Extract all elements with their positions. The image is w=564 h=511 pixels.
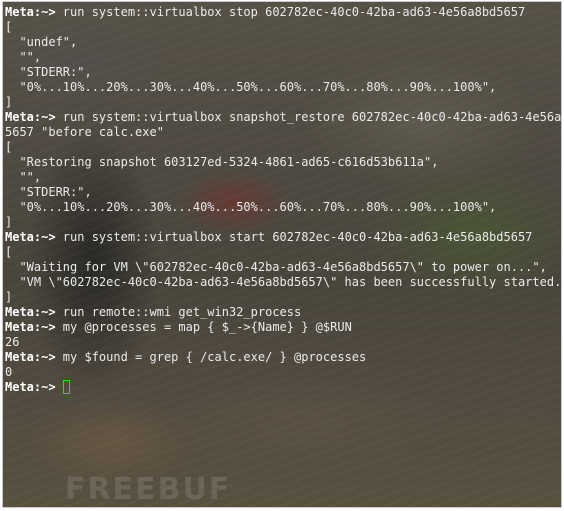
output-line: [ xyxy=(5,245,12,260)
output-line: ] xyxy=(5,95,12,110)
output-text: 5657 "before calc.exe" xyxy=(5,125,164,139)
output-line: "STDERR:", xyxy=(5,65,92,80)
output-text: "0%...10%...20%...30%...40%...50%...60%.… xyxy=(5,200,497,214)
text-cursor[interactable] xyxy=(62,380,70,394)
output-text: [ xyxy=(5,140,13,154)
output-line: "STDERR:", xyxy=(5,185,92,200)
output-text: "VM \"602782ec-40c0-42ba-ad63-4e56a8bd56… xyxy=(5,275,562,289)
output-line: "undef", xyxy=(5,35,77,50)
output-text: "undef", xyxy=(5,35,78,49)
output-text: "0%...10%...20%...30%...40%...50%...60%.… xyxy=(5,80,497,94)
command-text: my $found = grep { /calc.exe/ } @process… xyxy=(55,350,367,364)
output-line: [ xyxy=(5,20,12,35)
command-line: Meta:~> xyxy=(5,380,70,395)
shell-prompt: Meta:~> xyxy=(5,5,56,19)
terminal-window[interactable]: FREEBUF Meta:~> run system::virtualbox s… xyxy=(2,1,562,508)
command-text: run remote::wmi get_win32_process xyxy=(55,305,302,319)
command-line: Meta:~> my $found = grep { /calc.exe/ } … xyxy=(5,350,366,365)
output-text: ] xyxy=(5,290,13,304)
shell-prompt: Meta:~> xyxy=(5,305,56,319)
output-line: "Waiting for VM \"602782ec-40c0-42ba-ad6… xyxy=(5,260,547,275)
output-line: "", xyxy=(5,170,41,185)
shell-prompt: Meta:~> xyxy=(5,110,56,124)
output-line: 0 xyxy=(5,365,12,380)
output-line: "VM \"602782ec-40c0-42ba-ad63-4e56a8bd56… xyxy=(5,275,562,290)
command-line: Meta:~> run system::virtualbox snapshot_… xyxy=(5,110,562,125)
output-line: [ xyxy=(5,140,12,155)
output-text: "", xyxy=(5,170,42,184)
shell-prompt: Meta:~> xyxy=(5,350,56,364)
command-line: Meta:~> my @processes = map { $_->{Name}… xyxy=(5,320,352,335)
output-line: "", xyxy=(5,50,41,65)
output-text: "Restoring snapshot 603127ed-5324-4861-a… xyxy=(5,155,439,169)
output-line: "0%...10%...20%...30%...40%...50%...60%.… xyxy=(5,200,496,215)
output-line: "Restoring snapshot 603127ed-5324-4861-a… xyxy=(5,155,438,170)
shell-prompt: Meta:~> xyxy=(5,230,56,244)
command-text: my @processes = map { $_->{Name} } @$RUN xyxy=(55,320,352,334)
shell-prompt: Meta:~> xyxy=(5,380,56,394)
output-line: 26 xyxy=(5,335,19,350)
output-line: "0%...10%...20%...30%...40%...50%...60%.… xyxy=(5,80,496,95)
shell-prompt: Meta:~> xyxy=(5,320,56,334)
command-text: run system::virtualbox start 602782ec-40… xyxy=(55,230,533,244)
output-text: ] xyxy=(5,95,13,109)
output-text: "STDERR:", xyxy=(5,185,92,199)
output-text: 0 xyxy=(5,365,13,379)
command-line: Meta:~> run system::virtualbox start 602… xyxy=(5,230,532,245)
command-text xyxy=(56,380,63,394)
output-text: "Waiting for VM \"602782ec-40c0-42ba-ad6… xyxy=(5,260,547,274)
output-text: ] xyxy=(5,215,13,229)
output-text: [ xyxy=(5,20,13,34)
output-text: "STDERR:", xyxy=(5,65,92,79)
output-text: 26 xyxy=(5,335,20,349)
output-line: ] xyxy=(5,215,12,230)
command-text: run system::virtualbox stop 602782ec-40c… xyxy=(55,5,526,19)
watermark-logo: FREEBUF xyxy=(65,472,232,507)
command-line: Meta:~> run remote::wmi get_win32_proces… xyxy=(5,305,301,320)
command-text: run system::virtualbox snapshot_restore … xyxy=(55,110,562,124)
output-line: 5657 "before calc.exe" xyxy=(5,125,164,140)
output-text: [ xyxy=(5,245,13,259)
output-line: ] xyxy=(5,290,12,305)
output-text: "", xyxy=(5,50,42,64)
command-line: Meta:~> run system::virtualbox stop 6027… xyxy=(5,5,525,20)
